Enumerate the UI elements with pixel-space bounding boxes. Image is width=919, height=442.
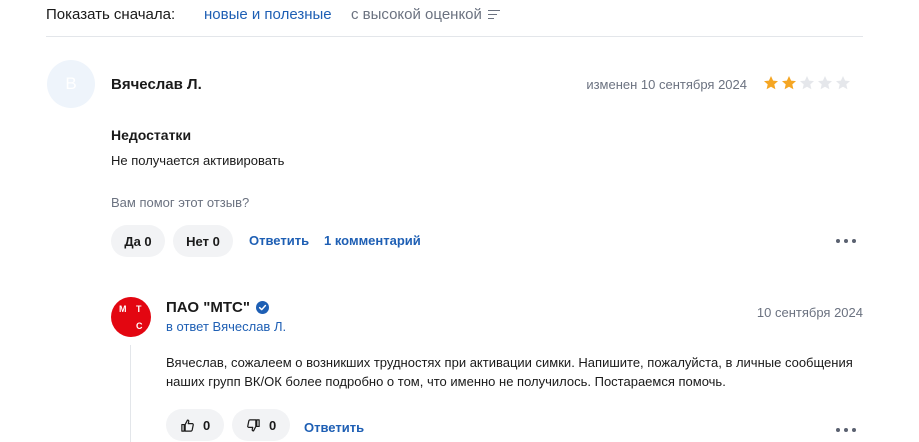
reply-to-link[interactable]: в ответ Вячеслав Л.: [166, 319, 286, 334]
star-empty-icon: [818, 76, 832, 90]
sort-option-high-rating[interactable]: с высокой оценкой: [351, 6, 500, 23]
cons-text: Не получается активировать: [111, 153, 285, 168]
rating-stars: [763, 75, 851, 91]
reply-text: Вячеслав, сожалеем о возникших трудностя…: [166, 355, 853, 389]
reply-more-options-icon[interactable]: [836, 428, 856, 434]
company-name[interactable]: ПАО "МТС": [166, 299, 269, 316]
verified-badge-icon: [255, 301, 269, 314]
logo-letter-s: С: [136, 321, 143, 331]
star-empty-icon: [800, 76, 814, 90]
thread-line: [130, 345, 131, 442]
helpful-no-button[interactable]: Нет 0: [173, 225, 233, 257]
company-name-text: ПАО "МТС": [166, 299, 250, 316]
like-count: 0: [203, 417, 211, 433]
mts-logo: М Т С: [111, 297, 151, 337]
review-edited-date: изменен 10 сентября 2024: [586, 77, 747, 92]
thumbs-down-icon: [247, 418, 260, 432]
sort-option-label: с высокой оценкой: [351, 6, 482, 23]
helpful-question: Вам помог этот отзыв?: [111, 195, 250, 210]
reply-answer-button[interactable]: Ответить: [304, 420, 364, 435]
sort-bar: Показать сначала: новые и полезные с выс…: [46, 0, 863, 37]
star-filled-icon: [782, 76, 796, 90]
avatar: В: [47, 60, 95, 108]
star-filled-icon: [764, 76, 778, 90]
avatar-letter: В: [65, 74, 77, 93]
sort-option-new-useful[interactable]: новые и полезные: [204, 6, 332, 23]
star-empty-icon: [836, 76, 850, 90]
thumbs-up-icon: [181, 418, 194, 432]
comments-link[interactable]: 1 комментарий: [324, 233, 421, 248]
dislike-count: 0: [269, 417, 277, 433]
reply-button[interactable]: Ответить: [249, 233, 309, 248]
logo-letter-t: Т: [136, 304, 142, 314]
logo-letter-m: М: [119, 304, 127, 314]
more-options-icon[interactable]: [836, 239, 856, 245]
cons-title: Недостатки: [111, 127, 192, 143]
review-author[interactable]: Вячеслав Л.: [111, 76, 202, 93]
sort-label: Показать сначала:: [46, 6, 176, 23]
sort-lines-icon: [487, 9, 500, 20]
reply-date: 10 сентября 2024: [756, 305, 863, 320]
helpful-yes-button[interactable]: Да 0: [111, 225, 165, 257]
like-button[interactable]: 0: [166, 409, 225, 441]
dislike-button[interactable]: 0: [232, 409, 291, 441]
